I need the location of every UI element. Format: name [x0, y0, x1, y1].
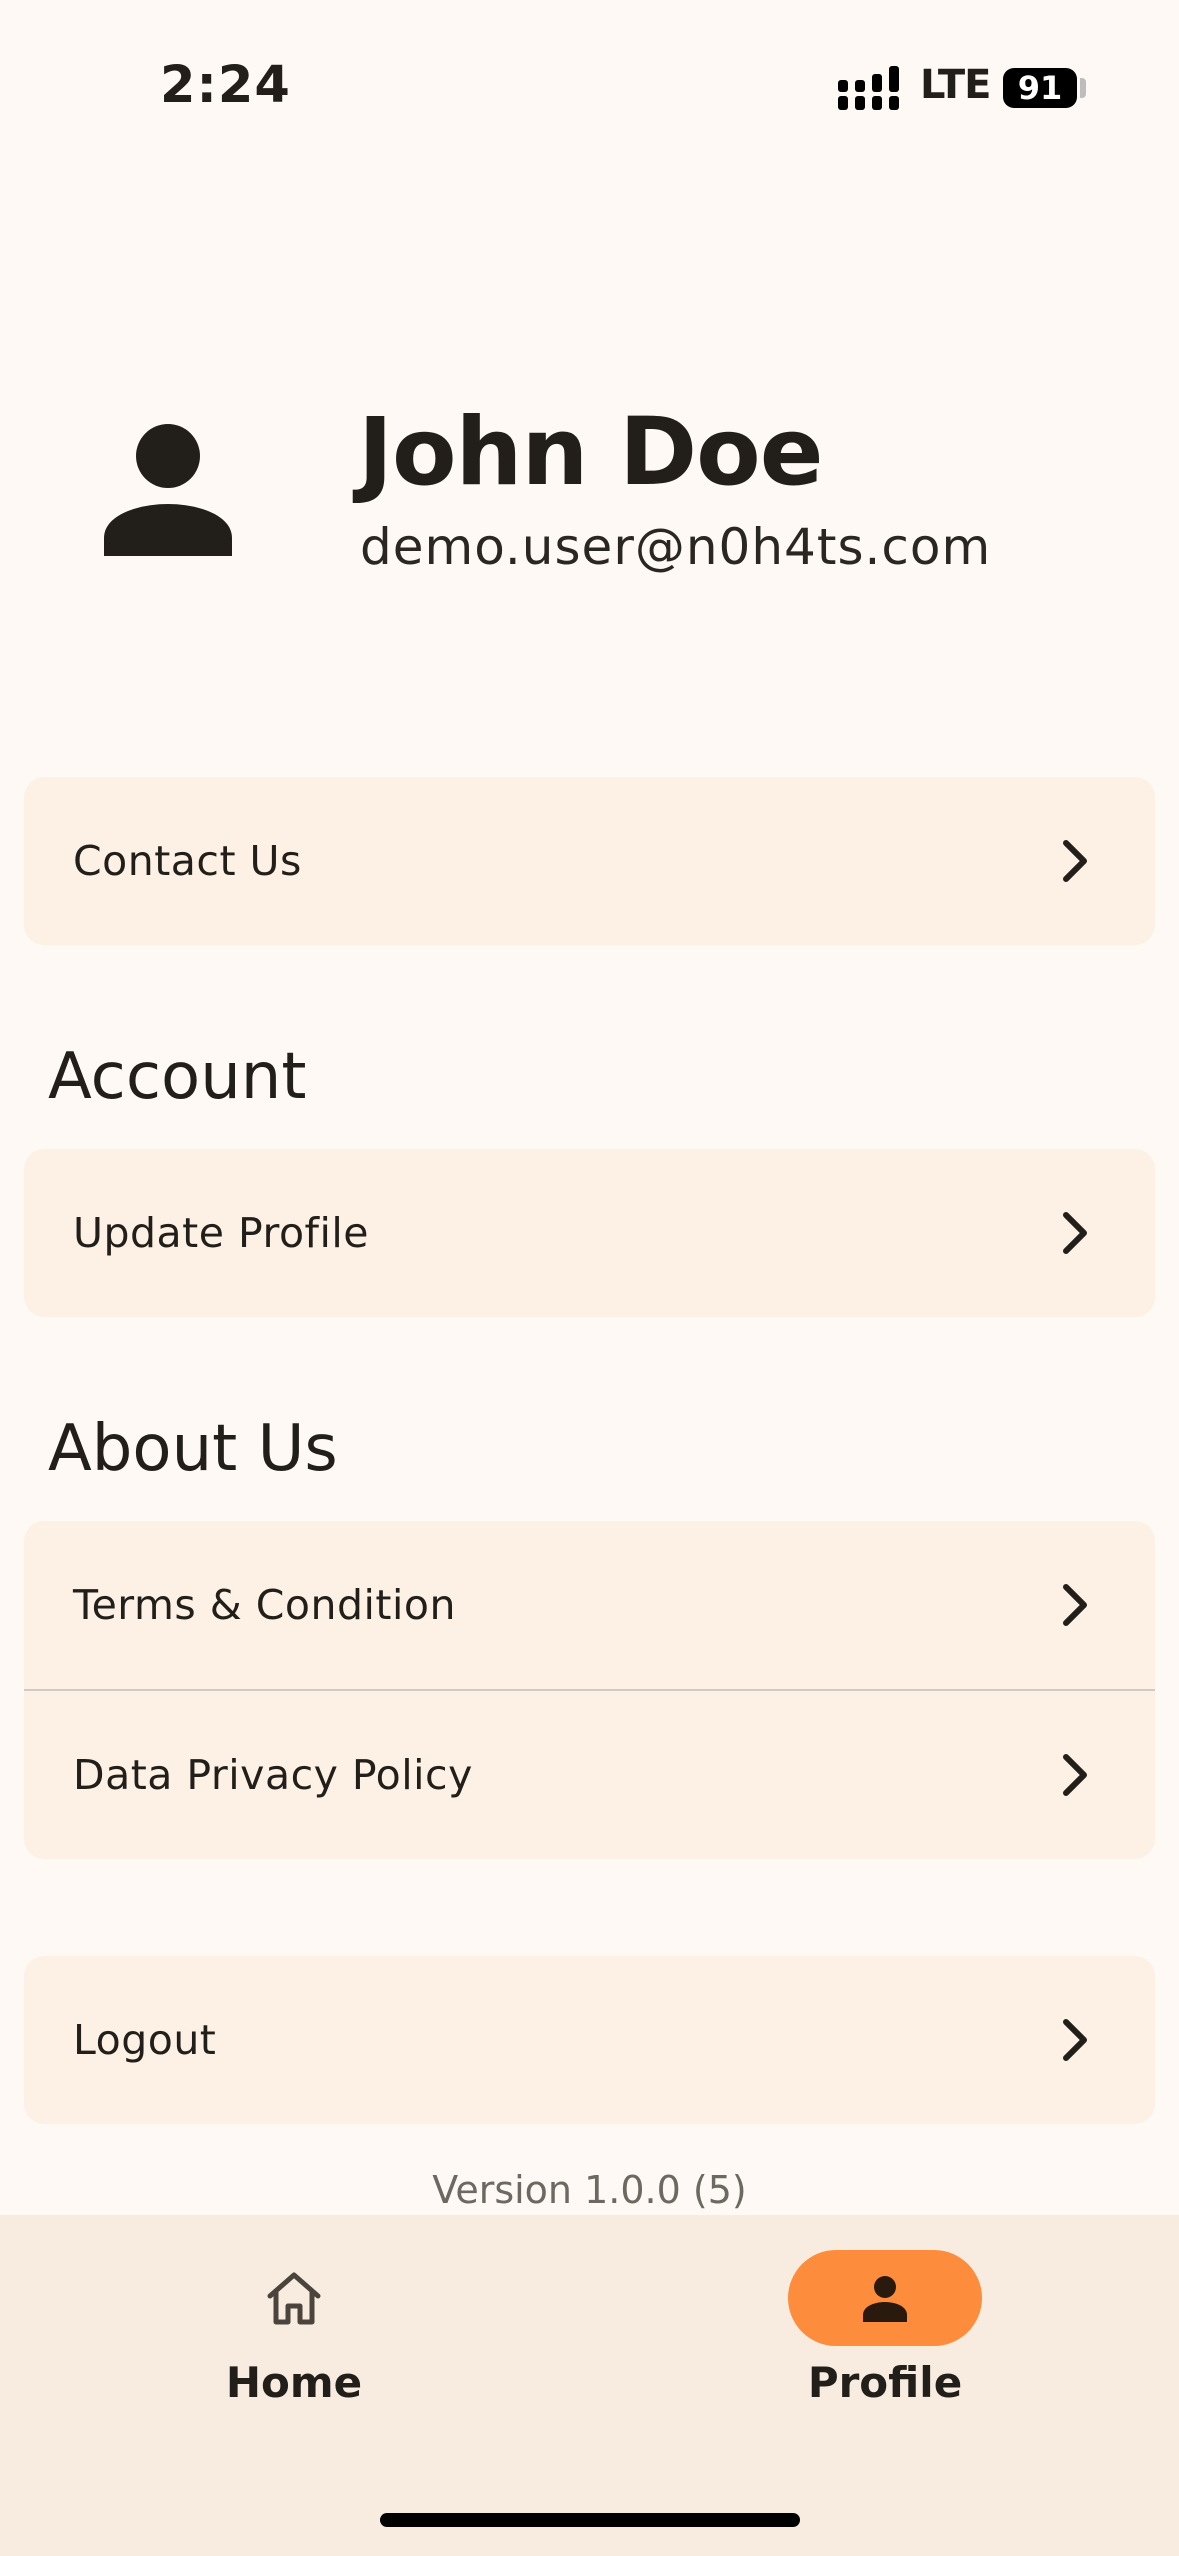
about-section-title: About Us — [48, 1412, 338, 1486]
network-type: LTE — [920, 62, 991, 108]
chevron-right-icon — [1063, 1584, 1087, 1626]
home-icon — [267, 2272, 321, 2325]
contact-us-label: Contact Us — [73, 837, 302, 885]
account-card: Update Profile — [24, 1149, 1155, 1317]
user-email: demo.user@n0h4ts.com — [360, 518, 992, 576]
person-icon — [104, 424, 232, 556]
version-text: Version 1.0.0 (5) — [432, 2168, 747, 2212]
logout-row[interactable]: Logout — [24, 1956, 1155, 2124]
home-indicator — [380, 2513, 800, 2527]
about-card: Terms & Condition Data Privacy Policy — [24, 1521, 1155, 1859]
chevron-right-icon — [1063, 2019, 1087, 2061]
nav-home-label: Home — [225, 2358, 363, 2407]
account-section-title: Account — [48, 1040, 307, 1114]
status-time: 2:24 — [160, 56, 291, 115]
chevron-right-icon — [1063, 1754, 1087, 1796]
battery-icon: 91 — [1003, 68, 1077, 108]
nav-profile-label: Profile — [807, 2358, 963, 2407]
privacy-label: Data Privacy Policy — [73, 1751, 473, 1799]
person-icon — [863, 2276, 907, 2322]
user-name: John Doe — [358, 398, 823, 507]
update-profile-row[interactable]: Update Profile — [24, 1149, 1155, 1317]
battery-cap — [1080, 78, 1086, 98]
chevron-right-icon — [1063, 840, 1087, 882]
status-bar: 2:24 LTE 91 — [0, 0, 1179, 175]
signal-icon — [838, 66, 899, 110]
logout-card: Logout — [24, 1956, 1155, 2124]
privacy-row[interactable]: Data Privacy Policy — [24, 1691, 1155, 1859]
contact-us-row[interactable]: Contact Us — [24, 777, 1155, 945]
terms-label: Terms & Condition — [73, 1581, 456, 1629]
logout-label: Logout — [73, 2016, 217, 2064]
terms-row[interactable]: Terms & Condition — [24, 1521, 1155, 1689]
bottom-nav: Home Profile — [0, 2215, 1179, 2556]
chevron-right-icon — [1063, 1212, 1087, 1254]
update-profile-label: Update Profile — [73, 1209, 370, 1257]
contact-card: Contact Us — [24, 777, 1155, 945]
battery-level: 91 — [1017, 69, 1063, 107]
